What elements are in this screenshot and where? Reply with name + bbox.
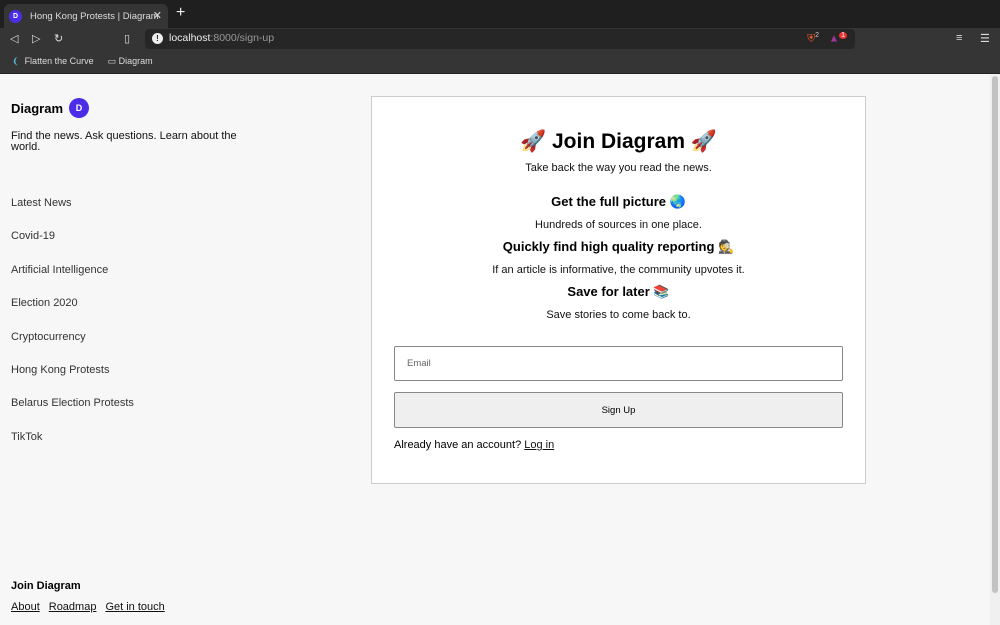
tagline: Find the news. Ask questions. Learn abou… (11, 130, 237, 153)
info-icon: ! (152, 33, 163, 44)
footer: Join Diagram About Roadmap Get in touch (11, 580, 174, 613)
nav-item-belarus[interactable]: Belarus Election Protests (11, 397, 241, 430)
scrollbar[interactable] (990, 74, 1000, 625)
rewards-icon[interactable]: ▲ 1 (829, 32, 847, 45)
nav-item-covid-19[interactable]: Covid-19 (11, 230, 241, 263)
reload-icon[interactable]: ↻ (54, 32, 63, 45)
feature-text: Hundreds of sources in one place. (535, 219, 702, 231)
nav-item-hong-kong-protests[interactable]: Hong Kong Protests (11, 364, 241, 397)
menu-icon[interactable]: ☰ (980, 32, 990, 45)
card-title: 🚀 Join Diagram 🚀 (520, 130, 717, 153)
tab-bar: D Hong Kong Protests | Diagram ✕ + (0, 0, 1000, 28)
nav-item-election-2020[interactable]: Election 2020 (11, 297, 241, 330)
url-path: :8000/sign-up (210, 32, 275, 44)
url-host: localhost (169, 32, 211, 44)
bookmarks-bar: ❨ Flatten the Curve ▭ Diagram (0, 50, 1000, 74)
sidebar: Diagram D Find the news. Ask questions. L… (11, 98, 241, 464)
browser-tab[interactable]: D Hong Kong Protests | Diagram ✕ (4, 4, 168, 28)
media-icon[interactable]: ≡ (956, 32, 962, 44)
nav-item-ai[interactable]: Artificial Intelligence (11, 264, 241, 297)
favicon-icon: D (9, 9, 22, 23)
get-in-touch-link[interactable]: Get in touch (105, 601, 164, 613)
about-link[interactable]: About (11, 601, 40, 613)
logo-avatar: D (69, 98, 90, 118)
nav-bar: ◁ ▷ ↻ ▯ ! localhost:8000/sign-up ⛨2 ▲ 1 ≡ … (0, 28, 1000, 50)
new-tab-button[interactable]: + (176, 4, 185, 22)
email-input[interactable]: Email (394, 346, 843, 381)
bookmark-icon[interactable]: ▯ (124, 32, 130, 45)
folder-icon: ▭ (107, 56, 117, 66)
address-bar[interactable]: ! localhost:8000/sign-up ⛨2 ▲ 1 (145, 29, 855, 49)
signup-card: 🚀 Join Diagram 🚀 Take back the way you r… (371, 96, 866, 484)
nav-item-latest-news[interactable]: Latest News (11, 197, 241, 230)
feature-title: Save for later 📚 (567, 284, 670, 299)
feather-icon: ❨ (12, 56, 20, 66)
feature-title: Get the full picture 🌏 (551, 194, 686, 209)
card-subtitle: Take back the way you read the news. (525, 162, 712, 174)
forward-icon[interactable]: ▷ (32, 32, 40, 45)
bookmark-diagram[interactable]: ▭ Diagram (108, 56, 153, 67)
bookmark-flatten-the-curve[interactable]: ❨ Flatten the Curve (12, 56, 94, 67)
log-in-link[interactable]: Log in (524, 439, 554, 451)
tab-title: Hong Kong Protests | Diagram (30, 10, 159, 22)
feature-text: If an article is informative, the commun… (492, 264, 745, 276)
nav-item-cryptocurrency[interactable]: Cryptocurrency (11, 331, 241, 364)
brave-shield-icon[interactable]: ⛨2 (807, 32, 819, 46)
footer-title: Join Diagram (11, 580, 81, 592)
feature-title: Quickly find high quality reporting 🕵️ (502, 239, 735, 254)
back-icon[interactable]: ◁ (10, 32, 18, 45)
topic-nav: Latest News Covid-19 Artificial Intellig… (11, 197, 241, 464)
brand-name[interactable]: Diagram (11, 101, 63, 116)
close-tab-icon[interactable]: ✕ (153, 9, 162, 22)
login-prompt: Already have an account? Log in (394, 439, 555, 451)
roadmap-link[interactable]: Roadmap (49, 601, 97, 613)
sign-up-button[interactable]: Sign Up (394, 392, 843, 428)
nav-item-tiktok[interactable]: TikTok (11, 431, 241, 464)
feature-text: Save stories to come back to. (546, 309, 691, 321)
